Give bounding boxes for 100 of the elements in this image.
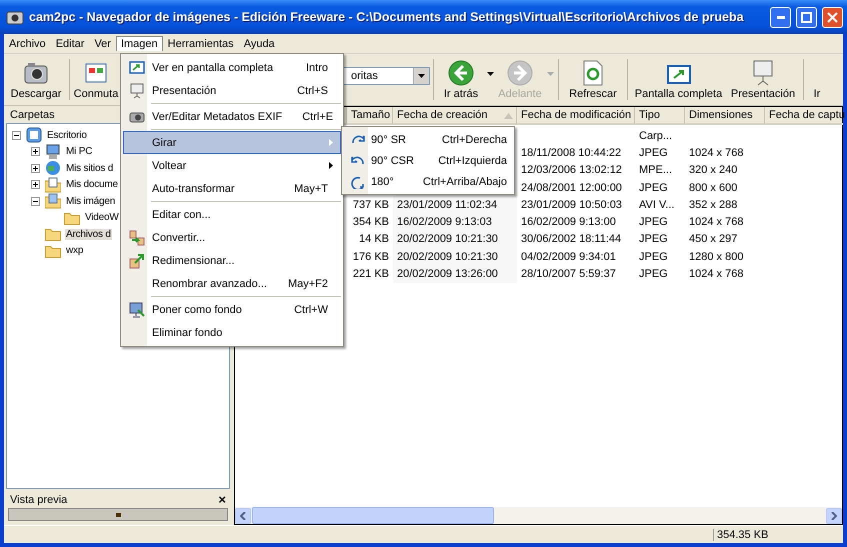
table-cell: 18/11/2008 10:44:22 (521, 146, 622, 159)
toolbar-button[interactable]: Conmuta (73, 55, 119, 104)
table-cell: JPEG (639, 233, 668, 246)
column-header[interactable]: Dimensiones (685, 107, 765, 125)
table-cell: 1024 x 768 (689, 216, 744, 228)
scrollbar-thumb[interactable] (252, 507, 494, 524)
convert-icon (129, 230, 145, 246)
table-cell: 20/02/2009 10:21:30 (397, 250, 498, 263)
minimize-icon (776, 16, 784, 18)
menu-item[interactable]: Ver en pantalla completa Intro (123, 56, 341, 79)
pane-title: Carpetas (10, 108, 55, 120)
menu-item[interactable]: Editar (50, 36, 90, 51)
tree-item[interactable]: Escritorio (46, 130, 88, 141)
menu-item[interactable]: Poner como fondo Ctrl+W (123, 298, 341, 321)
fullscreen-icon (129, 60, 145, 74)
menu-item[interactable]: Voltear (123, 154, 341, 177)
table-cell: 23/01/2009 11:02:34 (397, 198, 498, 211)
close-button[interactable]: × (218, 492, 226, 507)
tree-item[interactable]: Mis imágen (65, 196, 116, 207)
thumbnail-icon (116, 512, 120, 516)
table-cell: 28/10/2007 5:59:37 (521, 268, 616, 280)
toolbar-button[interactable]: Descargar (6, 55, 66, 104)
computer-icon (45, 144, 61, 160)
camera-icon (129, 110, 145, 122)
menu-item[interactable]: Redimensionar... (123, 249, 341, 272)
table-cell: 04/02/2009 9:34:01 (521, 250, 616, 263)
close-button[interactable] (822, 6, 843, 28)
toolbar-button[interactable]: Ir atrás (437, 55, 485, 104)
menu-item[interactable]: Eliminar fondo (123, 321, 341, 344)
table-cell: 12/03/2006 13:02:12 (521, 164, 622, 176)
menu-item[interactable]: 180° Ctrl+Arriba/Abajo (344, 171, 512, 192)
table-cell: 23/01/2009 10:50:03 (521, 198, 622, 211)
menu-item[interactable]: 90° CSR Ctrl+Izquierda (344, 150, 512, 171)
expand-icon[interactable] (31, 147, 40, 156)
menu-item[interactable]: Girar (123, 131, 341, 154)
table-cell: 24/08/2001 12:00:00 (521, 182, 622, 194)
table-cell: JPEG (639, 216, 668, 228)
table-cell: 450 x 297 (689, 233, 738, 246)
table-cell: 16/02/2009 9:13:00 (521, 216, 616, 228)
expand-icon[interactable] (31, 180, 40, 190)
scroll-left-button[interactable] (235, 508, 251, 524)
menu-item[interactable]: Renombrar avanzado... May+F2 (123, 272, 341, 295)
scroll-right-button[interactable] (826, 508, 842, 524)
menu-item[interactable]: Archivo (4, 36, 51, 51)
menu-item[interactable]: Herramientas (162, 36, 239, 51)
table-cell: 20/02/2009 13:26:00 (397, 268, 498, 280)
tree-item[interactable]: VideoW (84, 212, 120, 224)
collapse-icon[interactable] (12, 130, 21, 140)
table-cell: JPEG (639, 268, 668, 280)
toolbar-button[interactable]: Ir (807, 55, 827, 104)
tree-item[interactable]: Mis sitios d (65, 162, 114, 174)
menu-item[interactable]: Ayuda (238, 36, 280, 51)
menu-item[interactable]: 90° SR Ctrl+Derecha (344, 129, 512, 150)
column-header[interactable]: Fecha de modificación (517, 107, 635, 125)
table-cell: JPEG (639, 182, 668, 194)
chevron-right-icon (831, 512, 837, 520)
tree-item[interactable]: Mis docume (65, 179, 119, 190)
pictures-folder-icon (45, 193, 61, 210)
menu-item[interactable]: Presentación Ctrl+S (123, 79, 341, 102)
toolbar-button[interactable]: Presentación (726, 55, 800, 104)
pane-title: Vista previa (10, 494, 68, 506)
tree-item[interactable]: Archivos d (65, 228, 112, 240)
toolbar-button[interactable]: Pantalla completa (631, 55, 726, 104)
menu-item[interactable]: Imagen (116, 36, 163, 51)
caret-icon (546, 70, 554, 77)
rotate-icon (350, 174, 366, 188)
menu-item[interactable]: Ver/Editar Metadatos EXIF Ctrl+E (123, 105, 341, 128)
refresh-icon (582, 60, 604, 86)
maximize-button[interactable] (796, 6, 817, 28)
tree-item[interactable]: Mi PC (65, 146, 94, 158)
minimize-button[interactable] (770, 6, 791, 28)
tree-item[interactable]: wxp (65, 245, 84, 256)
window-title: cam2pc - Navegador de imágenes - Edición Freeware - C:\Documents and Settings\Virtual\Escritorio\Archivos de prueba (29, 10, 745, 24)
menu-item[interactable]: Editar con... (123, 203, 341, 226)
table-cell: 354 KB (352, 216, 389, 228)
table-cell: 352 x 288 (689, 198, 738, 211)
table-cell: 800 x 600 (689, 182, 738, 194)
folder-icon (45, 227, 61, 242)
table-cell: Carp... (639, 130, 672, 142)
toolbar-button[interactable]: Refrescar (562, 55, 624, 104)
collapse-icon[interactable] (31, 196, 40, 206)
desktop-icon (26, 127, 42, 144)
caret-icon (486, 70, 494, 77)
caret-icon (418, 72, 425, 79)
expand-icon[interactable] (31, 164, 40, 173)
caret-icon (327, 162, 334, 168)
table-cell: MPE... (639, 164, 672, 176)
maximize-icon (801, 12, 812, 22)
menu-item[interactable]: Convertir... (123, 226, 341, 249)
menu-item[interactable]: Ver (89, 36, 116, 51)
menu-item[interactable]: Auto-transformar May+T (123, 177, 341, 200)
table-cell: 221 KB (352, 268, 389, 280)
table-cell: 16/02/2009 9:13:03 (397, 216, 492, 228)
table-cell: 176 KB (352, 250, 389, 263)
table-cell: 1024 x 768 (689, 268, 744, 280)
resize-icon (129, 252, 145, 268)
table-cell: 20/02/2009 10:21:30 (397, 233, 498, 246)
table-cell: 320 x 240 (689, 164, 738, 176)
folder-icon (45, 244, 61, 258)
column-header[interactable]: Tipo (635, 107, 685, 125)
